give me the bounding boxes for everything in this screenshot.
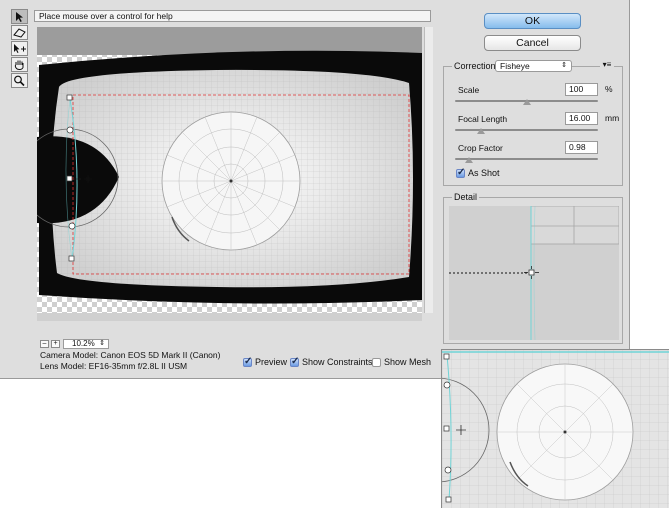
move-tool-button[interactable] [11, 41, 28, 56]
enlarged-fisheye-image [442, 350, 669, 508]
stepper-arrows-icon: ⇕ [99, 340, 105, 347]
preview-checkbox[interactable]: ✓ [243, 356, 253, 367]
focal-length-label: Focal Length [458, 114, 508, 124]
camera-model-label: Camera Model: Canon EOS 5D Mark II (Cano… [40, 350, 221, 360]
scale-unit: % [605, 84, 613, 94]
constraint-arrow-icon [16, 12, 23, 22]
preview-label: Preview [255, 357, 288, 367]
checkmark-icon: ✓ [244, 356, 253, 367]
polygon-constraint-icon [13, 28, 26, 38]
move-arrow-icon [14, 44, 26, 53]
plus-icon: + [53, 340, 58, 347]
zoom-tool-button[interactable] [11, 73, 28, 88]
as-shot-checkbox[interactable]: ✓ [456, 167, 466, 178]
scale-input[interactable]: 100 [565, 83, 598, 96]
crop-factor-label: Crop Factor [458, 143, 503, 153]
fisheye-preview-image [37, 50, 422, 313]
zoom-out-button[interactable]: – [40, 340, 49, 348]
scale-label: Scale [458, 85, 480, 95]
zoom-bar [37, 313, 422, 321]
correction-label: Correction: [452, 61, 501, 71]
adaptive-wide-angle-dialog: Place mouse over a control for help – + … [0, 0, 630, 379]
lens-model-label: Lens Model: EF16-35mm f/2.8L II USM [40, 361, 188, 371]
show-constraints-label: Show Constraints [302, 357, 373, 367]
image-preview-canvas[interactable] [37, 27, 422, 313]
zoom-in-button[interactable]: + [51, 340, 60, 348]
crop-factor-input[interactable]: 0.98 [565, 141, 598, 154]
focal-length-input[interactable]: 16.00 [565, 112, 598, 125]
focal-length-unit: mm [605, 113, 620, 123]
correction-select-value: Fisheye [500, 61, 530, 71]
checkmark-icon: ✓ [457, 167, 466, 178]
show-constraints-checkbox[interactable]: ✓ [290, 356, 300, 367]
detail-loupe-view [449, 206, 619, 340]
hand-tool-button[interactable] [11, 57, 28, 72]
zoom-level-field[interactable]: 10.2% ⇕ [63, 339, 109, 349]
canvas-vertical-scrollbar[interactable] [424, 27, 433, 313]
help-text-field: Place mouse over a control for help [34, 10, 431, 22]
detail-title: Detail [452, 192, 480, 202]
polygon-constraint-tool-button[interactable] [11, 25, 28, 40]
ok-button[interactable]: OK [484, 13, 581, 29]
correction-select[interactable]: Fisheye ⇕ [495, 60, 572, 72]
panel-menu-icon[interactable]: ▾≡ [600, 60, 614, 70]
crop-factor-slider-track[interactable] [455, 158, 598, 160]
detail-zoom-image [449, 206, 619, 340]
as-shot-label: As Shot [468, 168, 500, 178]
zoom-icon [14, 75, 25, 87]
select-arrows-icon: ⇕ [561, 62, 567, 69]
scale-slider-knob[interactable] [522, 99, 531, 105]
checkmark-icon: ✓ [291, 356, 300, 367]
minus-icon: – [42, 340, 47, 347]
focal-length-slider-knob[interactable] [476, 128, 485, 134]
constraint-tool-button[interactable] [11, 9, 28, 24]
crop-factor-slider-knob[interactable] [465, 157, 474, 163]
enlarged-preview-crop [441, 349, 669, 508]
hand-icon [14, 60, 24, 71]
cancel-button[interactable]: Cancel [484, 35, 581, 51]
show-mesh-checkbox[interactable] [372, 358, 381, 367]
show-mesh-label: Show Mesh [384, 357, 432, 367]
zoom-level-value: 10.2% [72, 339, 95, 348]
